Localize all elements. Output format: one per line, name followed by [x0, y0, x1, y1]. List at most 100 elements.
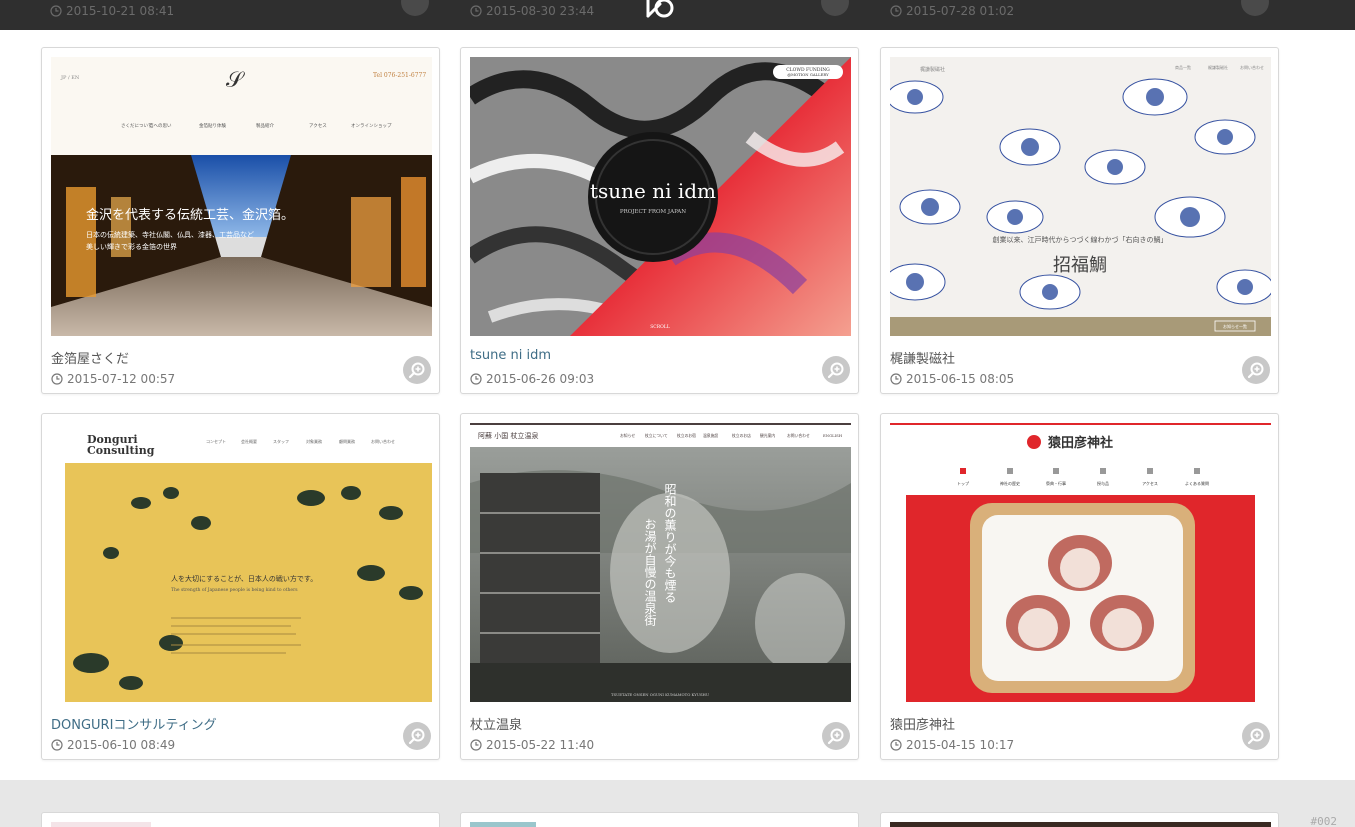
zoom-in-icon [408, 728, 425, 745]
zoom-button[interactable] [403, 356, 431, 384]
gallery-card[interactable]: 梶謙製磁社 商品一覧 梶謙製磁社 お問い合わせ 創業以来、江戸時代からつづく線わ… [880, 47, 1279, 394]
zoom-in-icon [1247, 362, 1264, 379]
gallery-card[interactable]: 猿田彦神社 トップ 神社の歴史 祭典・行事 授与品 アクセス よくある質問 猿田… [880, 413, 1279, 760]
svg-text:ENGLISH: ENGLISH [823, 433, 843, 438]
card-date: 2015-06-26 09:03 [470, 372, 594, 386]
page-number: #002 [1310, 815, 1338, 827]
card-title[interactable]: 杖立温泉 [470, 714, 522, 733]
svg-text:杖立のお宿: 杖立のお宿 [677, 433, 696, 438]
zoom-button[interactable] [1242, 722, 1270, 750]
svg-text:梶謙製磁社: 梶謙製磁社 [920, 66, 945, 73]
previous-card-date: 2015-08-30 23:44 [470, 4, 594, 18]
previous-date-text: 2015-10-21 08:41 [66, 4, 175, 18]
card-date: 2015-06-10 08:49 [51, 738, 175, 752]
svg-text:会社概要: 会社概要 [241, 438, 257, 444]
card-title[interactable]: 梶謙製磁社 [890, 348, 955, 367]
clock-icon [470, 373, 482, 385]
next-gallery-card[interactable] [880, 812, 1279, 827]
tel-text: Tel 076-251-6777 [373, 72, 426, 79]
svg-text:よくある質問: よくある質問 [1185, 480, 1209, 486]
card-date: 2015-06-15 08:05 [890, 372, 1014, 386]
card-title[interactable]: 金箔屋さくだ [51, 348, 129, 367]
logo-icon[interactable] [644, 0, 680, 20]
svg-text:人を大切にすることが、日本人の戦い方です。: 人を大切にすることが、日本人の戦い方です。 [171, 574, 317, 583]
svg-text:金箔貼り体験: 金箔貼り体験 [199, 122, 226, 129]
svg-text:PROJECT FROM JAPAN: PROJECT FROM JAPAN [620, 209, 686, 215]
zoom-in-icon [827, 728, 844, 745]
zoom-button[interactable] [822, 722, 850, 750]
clock-icon [890, 739, 902, 751]
svg-text:TSUETATE ONSEN OGUNI KUMAMOTO: TSUETATE ONSEN OGUNI KUMAMOTO KYUSHU [611, 692, 710, 697]
card-thumbnail[interactable]: JP / EN Tel 076-251-6777 𝒮 さくだについて 箔への思い… [51, 57, 432, 336]
svg-text:お知らせ: お知らせ [620, 433, 635, 438]
next-gallery-card[interactable] [460, 812, 859, 827]
svg-text:tsune ni idm: tsune ni idm [590, 179, 716, 203]
top-header: 2015-10-21 08:41 2015-08-30 23:44 2015-0… [0, 0, 1355, 30]
zoom-button[interactable] [1242, 356, 1270, 384]
svg-text:𝒮: 𝒮 [226, 68, 245, 93]
gallery-card[interactable]: tsune ni idm PROJECT FROM JAPAN CLOWD FU… [460, 47, 859, 394]
clock-icon [890, 5, 902, 17]
previous-date-text: 2015-07-28 01:02 [906, 4, 1015, 18]
gallery-card[interactable]: Donguri Consulting コンセプト 会社概要 スタッフ 対象業務 … [41, 413, 440, 760]
previous-zoom-button[interactable] [821, 0, 849, 16]
svg-text:対象業務: 対象業務 [306, 438, 322, 444]
previous-card-date: 2015-07-28 01:02 [890, 4, 1014, 18]
svg-text:@MOTION GALLERY: @MOTION GALLERY [787, 72, 829, 77]
svg-text:箔への思い: 箔への思い [149, 122, 172, 129]
date-text: 2015-07-12 00:57 [67, 372, 176, 386]
svg-text:金沢を代表する伝統工芸、金沢箔。: 金沢を代表する伝統工芸、金沢箔。 [86, 207, 294, 223]
svg-text:お知らせ一覧: お知らせ一覧 [1223, 323, 1247, 329]
svg-text:アクセス: アクセス [309, 123, 327, 129]
clock-icon [470, 5, 482, 17]
svg-text:コンセプト: コンセプト [206, 438, 226, 444]
svg-text:Consulting: Consulting [87, 444, 155, 457]
card-thumbnail[interactable]: Donguri Consulting コンセプト 会社概要 スタッフ 対象業務 … [51, 423, 432, 702]
svg-text:梶謙製磁社: 梶謙製磁社 [1208, 64, 1228, 70]
gallery-card[interactable]: 阿蘇 小国 杖立温泉 お知らせ 杖立について 杖立のお宿 温泉施設 杖立のお店 … [460, 413, 859, 760]
card-date: 2015-07-12 00:57 [51, 372, 175, 386]
zoom-in-icon [1247, 728, 1264, 745]
lang-switch: JP / EN [60, 75, 80, 81]
card-date: 2015-04-15 10:17 [890, 738, 1014, 752]
svg-text:スタッフ: スタッフ [273, 438, 289, 444]
card-thumbnail[interactable]: tsune ni idm PROJECT FROM JAPAN CLOWD FU… [470, 57, 851, 336]
svg-text:祭典・行事: 祭典・行事 [1046, 480, 1066, 486]
zoom-in-icon [408, 362, 425, 379]
svg-text:猿田彦神社: 猿田彦神社 [1047, 435, 1113, 451]
svg-text:さくだについて: さくだについて [121, 122, 152, 129]
gallery-card[interactable]: JP / EN Tel 076-251-6777 𝒮 さくだについて 箔への思い… [41, 47, 440, 394]
zoom-button[interactable] [822, 356, 850, 384]
svg-text:お問い合わせ: お問い合わせ [371, 438, 395, 444]
card-thumbnail[interactable]: 阿蘇 小国 杖立温泉 お知らせ 杖立について 杖立のお宿 温泉施設 杖立のお店 … [470, 423, 851, 702]
svg-text:The strength of Japanese peopl: The strength of Japanese people is being… [171, 587, 298, 593]
svg-text:オンラインショップ: オンラインショップ [351, 123, 392, 129]
zoom-in-icon [827, 362, 844, 379]
svg-text:お湯が自慢の温泉街: お湯が自慢の温泉街 [643, 518, 657, 626]
svg-text:温泉施設: 温泉施設 [703, 433, 718, 438]
svg-text:観光案内: 観光案内 [760, 433, 775, 438]
card-title[interactable]: tsune ni idm [470, 348, 551, 363]
card-title[interactable]: DONGURIコンサルティング [51, 714, 217, 733]
date-text: 2015-06-10 08:49 [67, 738, 176, 752]
zoom-button[interactable] [403, 722, 431, 750]
previous-card-date: 2015-10-21 08:41 [50, 4, 174, 18]
svg-text:神社の歴史: 神社の歴史 [1000, 480, 1020, 486]
previous-zoom-button[interactable] [401, 0, 429, 16]
card-date: 2015-05-22 11:40 [470, 738, 594, 752]
card-thumbnail[interactable]: 梶謙製磁社 商品一覧 梶謙製磁社 お問い合わせ 創業以来、江戸時代からつづく線わ… [890, 57, 1271, 336]
card-thumbnail[interactable] [51, 822, 432, 827]
card-thumbnail[interactable] [890, 822, 1271, 827]
card-thumbnail[interactable] [470, 822, 851, 827]
clock-icon [51, 739, 63, 751]
svg-text:トップ: トップ [957, 480, 969, 486]
card-thumbnail[interactable]: 猿田彦神社 トップ 神社の歴史 祭典・行事 授与品 アクセス よくある質問 [890, 423, 1271, 702]
svg-text:美しい輝きで彩る金箔の世界: 美しい輝きで彩る金箔の世界 [86, 242, 177, 251]
svg-text:商品一覧: 商品一覧 [1175, 64, 1191, 70]
card-title[interactable]: 猿田彦神社 [890, 714, 955, 733]
clock-icon [470, 739, 482, 751]
svg-text:杖立のお店: 杖立のお店 [732, 433, 751, 438]
next-gallery-card[interactable] [41, 812, 440, 827]
previous-zoom-button[interactable] [1241, 0, 1269, 16]
clock-icon [51, 373, 63, 385]
